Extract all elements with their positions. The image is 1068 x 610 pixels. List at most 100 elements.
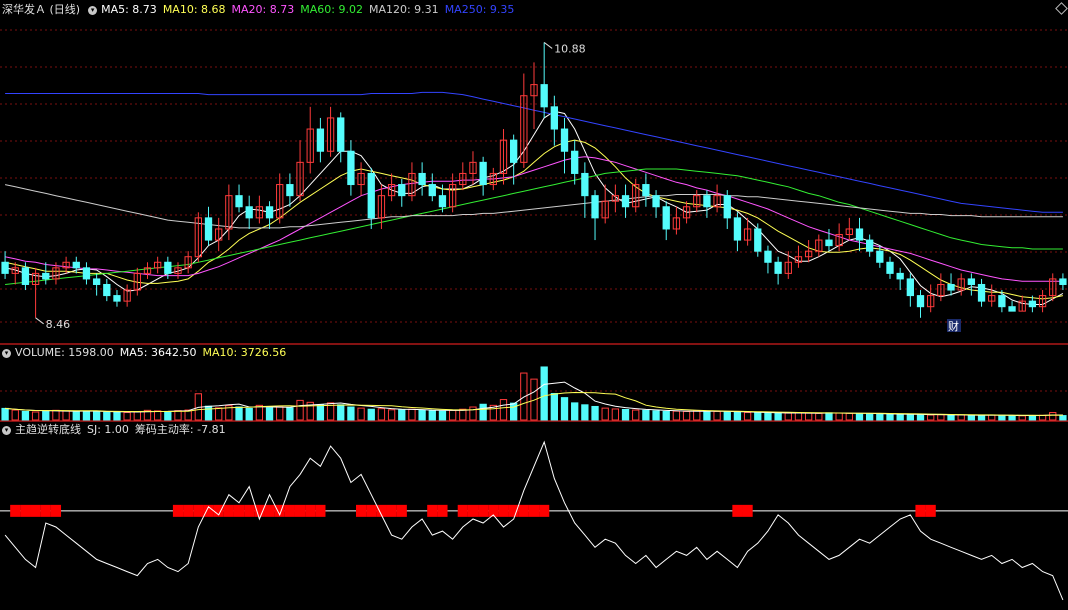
candle-body: [876, 250, 884, 263]
volume-bar: [133, 411, 141, 421]
volume-bar: [265, 407, 274, 421]
volume-ma5-line: [5, 381, 1063, 416]
volume-dropdown-icon[interactable]: [2, 348, 11, 358]
signal-block: [742, 504, 753, 517]
volume-label: VOLUME: 1598.00: [15, 346, 114, 359]
signal-block: [925, 504, 936, 517]
candle-body: [428, 184, 436, 197]
candle-body: [977, 283, 986, 302]
volume-bar: [621, 409, 630, 421]
volume-bar: [906, 414, 914, 421]
volume-bar: [387, 409, 396, 421]
volume-bar: [733, 411, 742, 421]
volume-bars[interactable]: [1, 366, 1067, 421]
signal-block: [294, 504, 306, 517]
signal-block: [386, 504, 397, 517]
candle-body: [998, 295, 1006, 308]
volume-bar: [876, 413, 884, 421]
volume-bar: [499, 399, 508, 421]
volume-bar: [723, 411, 731, 421]
signal-block: [183, 504, 194, 517]
volume-bar: [693, 410, 701, 421]
volume-bar: [825, 412, 833, 421]
candle-body: [1028, 300, 1037, 308]
candle-body: [337, 117, 345, 152]
volume-bar: [62, 410, 70, 421]
volume-bar: [835, 412, 843, 421]
signal-block: [508, 504, 519, 517]
main-header: 深华发Ａ (日线) MA5: 8.73 MA10: 8.68 MA20: 8.7…: [0, 2, 520, 18]
signal-block: [264, 504, 275, 517]
volume-bar: [581, 404, 589, 421]
volume-bar: [794, 412, 803, 421]
volume-bar: [245, 407, 253, 421]
volume-bar: [82, 410, 91, 421]
candle-body: [510, 139, 518, 163]
volume-bar: [937, 414, 945, 421]
volume-bar: [1038, 414, 1047, 421]
ma60-label: MA60: 9.02: [300, 3, 363, 16]
candle-body: [774, 261, 782, 274]
candle-body: [164, 261, 172, 274]
signal-block: [732, 504, 743, 517]
volume-bar: [652, 410, 660, 421]
candle-body: [1059, 278, 1067, 285]
volume-bar: [591, 405, 599, 421]
volume-bar: [764, 412, 772, 421]
volume-bar: [479, 403, 487, 421]
signal-block: [915, 504, 926, 517]
volume-bar: [988, 414, 996, 421]
candle-body: [286, 184, 294, 197]
dropdown-icon[interactable]: [88, 5, 98, 15]
volume-bar: [316, 404, 325, 421]
candle-body: [896, 272, 904, 280]
volume-bar: [947, 414, 955, 421]
volume-bar: [550, 392, 558, 421]
signal-block: [223, 504, 234, 517]
volume-bar: [682, 410, 691, 421]
signal-block: [437, 504, 448, 517]
fin-badge: 财: [948, 319, 959, 333]
indicator-panel[interactable]: [0, 440, 1068, 601]
signal-block: [50, 504, 62, 517]
volume-bar: [408, 408, 416, 421]
candle-body: [72, 261, 80, 269]
volume-bar: [347, 406, 355, 421]
candle-body: [92, 278, 101, 285]
volume-bar: [92, 410, 101, 421]
stock-chart[interactable]: 10.88 8.46 财: [0, 0, 1068, 610]
volume-bar: [896, 413, 904, 421]
volume-bar: [337, 404, 345, 421]
volume-bar: [784, 412, 792, 421]
volume-bar: [774, 412, 782, 421]
volume-bar: [418, 409, 426, 421]
signal-block: [244, 504, 255, 517]
candle-body: [1, 261, 9, 274]
volume-bar: [52, 409, 60, 421]
candle-body: [855, 228, 864, 241]
volume-bar: [357, 407, 365, 421]
volume-bar: [1028, 415, 1037, 421]
volume-bar: [113, 411, 121, 421]
volume-bar: [296, 399, 304, 421]
volume-bar: [42, 410, 50, 421]
ma120-label: MA120: 9.31: [368, 3, 439, 16]
volume-bar: [103, 411, 111, 421]
candle-body: [571, 150, 579, 174]
volume-bar: [866, 413, 874, 421]
candle-body: [398, 184, 406, 197]
volume-bar: [804, 412, 813, 421]
indicator-dropdown-icon[interactable]: [2, 425, 11, 435]
indicator-ratio: 筹码主动率: -7.81: [134, 423, 226, 436]
volume-ma-lines: [5, 381, 1063, 416]
volume-bar: [1018, 415, 1026, 421]
signal-block: [193, 504, 204, 517]
high-pointer: [543, 42, 553, 49]
signal-block: [284, 504, 295, 517]
ma10-label: MA10: 8.68: [162, 3, 226, 16]
signal-block: [315, 504, 326, 517]
candle-body: [42, 272, 50, 280]
volume-bar: [1059, 415, 1067, 421]
candle-body: [82, 267, 91, 280]
candle-body: [866, 239, 874, 252]
